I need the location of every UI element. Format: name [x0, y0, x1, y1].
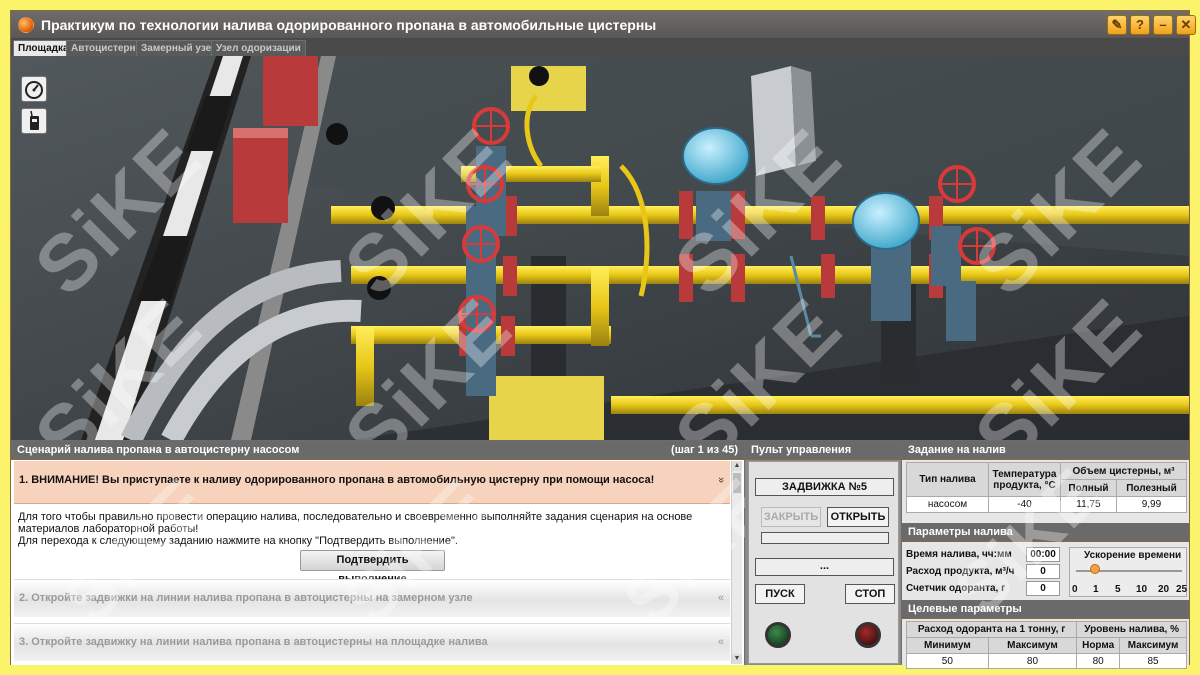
col-header: Расход одоранта на 1 тонну, г	[905, 621, 1078, 638]
edit-icon[interactable]: ✎	[1107, 15, 1127, 35]
red-lamp-icon	[855, 622, 881, 648]
table-cell: 50	[906, 653, 989, 669]
chevron-left-icon[interactable]: «	[718, 592, 724, 604]
tick-label: 0	[1072, 584, 1078, 595]
flow-value: 0	[1026, 564, 1060, 579]
table-cell: 80	[1076, 653, 1121, 669]
table-cell: 80	[987, 653, 1078, 669]
param-label: Расход продукта, м³/ч	[906, 566, 1015, 577]
confirm-button[interactable]: Подтвердить выполнение	[300, 550, 445, 585]
step-text: Для того чтобы правильно провести операц…	[18, 511, 693, 535]
tab-odorization-unit[interactable]: Узел одоризации	[211, 40, 306, 56]
window-title: Практикум по технологии налива одорирова…	[41, 17, 657, 33]
step-title: 1. ВНИМАНИЕ! Вы приступаете к наливу одо…	[19, 474, 655, 486]
scenario-header: Сценарий налива пропана в автоцистерну н…	[11, 441, 744, 460]
col-header: Температура продукта, °С	[988, 462, 1061, 497]
scenario-title: Сценарий налива пропана в автоцистерну н…	[17, 444, 300, 456]
close-valve-button[interactable]: ЗАКРЫТЬ	[761, 507, 821, 527]
progress-bar	[761, 532, 889, 544]
step-item-3[interactable]: 3. Откройте задвижку на линии налива про…	[14, 623, 730, 661]
start-button[interactable]: ПУСК	[755, 584, 805, 604]
app-logo-icon	[18, 17, 34, 33]
step-text: Для перехода к следующему заданию нажмит…	[18, 535, 458, 547]
table-row: насосом -40 11,75 9,99	[906, 496, 1188, 513]
status-field: ...	[755, 558, 894, 576]
col-header: Тип налива	[906, 462, 989, 497]
scroll-thumb[interactable]	[733, 473, 741, 493]
app-window: Практикум по технологии налива одорирова…	[10, 10, 1196, 669]
chevron-down-icon[interactable]: »	[715, 477, 727, 483]
step-title: 3. Откройте задвижку на линии налива про…	[19, 636, 488, 648]
col-header: Объем цистерны, м³	[1060, 462, 1187, 480]
table-cell: 85	[1119, 653, 1187, 669]
col-header: Максимум	[987, 637, 1078, 654]
tab-site[interactable]: Площадка	[13, 40, 74, 56]
table-row: 50 80 80 85	[906, 653, 1187, 669]
walkie-talkie-icon[interactable]	[21, 108, 47, 134]
control-body: ЗАДВИЖКА №5 ЗАКРЫТЬ ОТКРЫТЬ ... ПУСК СТО…	[748, 461, 899, 664]
control-panel: Пульт управления ЗАДВИЖКА №5 ЗАКРЫТЬ ОТК…	[745, 441, 901, 665]
step-counter: (шаг 1 из 45)	[671, 444, 738, 456]
chevron-left-icon[interactable]: «	[718, 636, 724, 648]
time-value: 00:00	[1026, 547, 1060, 562]
col-header: Норма	[1076, 637, 1121, 654]
tick-label: 1	[1093, 584, 1099, 595]
table-cell: 9,99	[1115, 496, 1188, 513]
title-bar: Практикум по технологии налива одорирова…	[11, 11, 1196, 39]
step-item-1[interactable]: 1. ВНИМАНИЕ! Вы приступаете к наливу одо…	[14, 461, 730, 504]
step-description: Для того чтобы правильно провести операц…	[18, 511, 726, 547]
col-header: Уровень налива, %	[1076, 621, 1187, 638]
param-label: Счетчик одоранта, г	[906, 583, 1006, 594]
pipeline-scene	[11, 56, 1189, 440]
tick-label: 5	[1115, 584, 1121, 595]
scenario-panel: Сценарий налива пропана в автоцистерну н…	[11, 441, 785, 665]
col-header: Максимум	[1119, 637, 1187, 654]
col-header: Минимум	[906, 637, 989, 654]
open-valve-button[interactable]: ОТКРЫТЬ	[827, 507, 889, 527]
speedometer-icon[interactable]	[21, 76, 47, 102]
table-cell: насосом	[906, 496, 989, 513]
table-cell: -40	[988, 496, 1061, 513]
speed-slider-thumb[interactable]	[1090, 564, 1100, 574]
targets-header: Целевые параметры	[902, 600, 1189, 619]
col-header: Полезный	[1115, 479, 1188, 497]
green-lamp-icon	[765, 622, 791, 648]
tick-label: 20	[1158, 584, 1170, 595]
speed-label: Ускорение времени	[1084, 550, 1182, 561]
scroll-down-icon[interactable]: ▼	[732, 654, 742, 664]
time-acceleration: Ускорение времени 0 1 5 10 20 25	[1069, 547, 1187, 597]
tab-bar: Площадка Автоцистерна Замерный узел Узел…	[11, 39, 1189, 56]
task-table: Тип налива Температура продукта, °С Объе…	[906, 462, 1188, 513]
odor-counter-value: 0	[1026, 581, 1060, 596]
scrollbar[interactable]: ▲ ▼	[731, 461, 742, 664]
col-header: Полный	[1060, 479, 1117, 497]
step-item-2[interactable]: 2. Откройте задвижки на линии налива про…	[14, 579, 730, 617]
tab-tank-truck[interactable]: Автоцистерна	[66, 40, 147, 56]
targets-table: Расход одоранта на 1 тонну, г Уровень на…	[905, 621, 1187, 669]
scene-view[interactable]: SiKE SiKE SiKE SiKE SiKE SiKE SiKE SiKE	[11, 56, 1189, 440]
task-header: Задание на налив	[902, 441, 1189, 460]
minimize-button[interactable]: –	[1153, 15, 1173, 35]
table-cell: 11,75	[1060, 496, 1117, 513]
help-button[interactable]: ?	[1130, 15, 1150, 35]
right-panel: Задание на налив Тип налива Температура …	[902, 441, 1189, 669]
close-button[interactable]: ✕	[1176, 15, 1196, 35]
param-label: Время налива, чч:мм	[906, 549, 1012, 560]
device-name: ЗАДВИЖКА №5	[755, 478, 894, 496]
scroll-up-icon[interactable]: ▲	[732, 461, 742, 471]
step-title: 2. Откройте задвижки на линии налива про…	[19, 592, 473, 604]
params-header: Параметры налива	[902, 523, 1189, 542]
tick-label: 25	[1176, 584, 1188, 595]
stop-button[interactable]: СТОП	[845, 584, 895, 604]
tick-label: 10	[1136, 584, 1148, 595]
tab-metering-unit[interactable]: Замерный узел	[136, 40, 223, 56]
control-header: Пульт управления	[745, 441, 901, 460]
